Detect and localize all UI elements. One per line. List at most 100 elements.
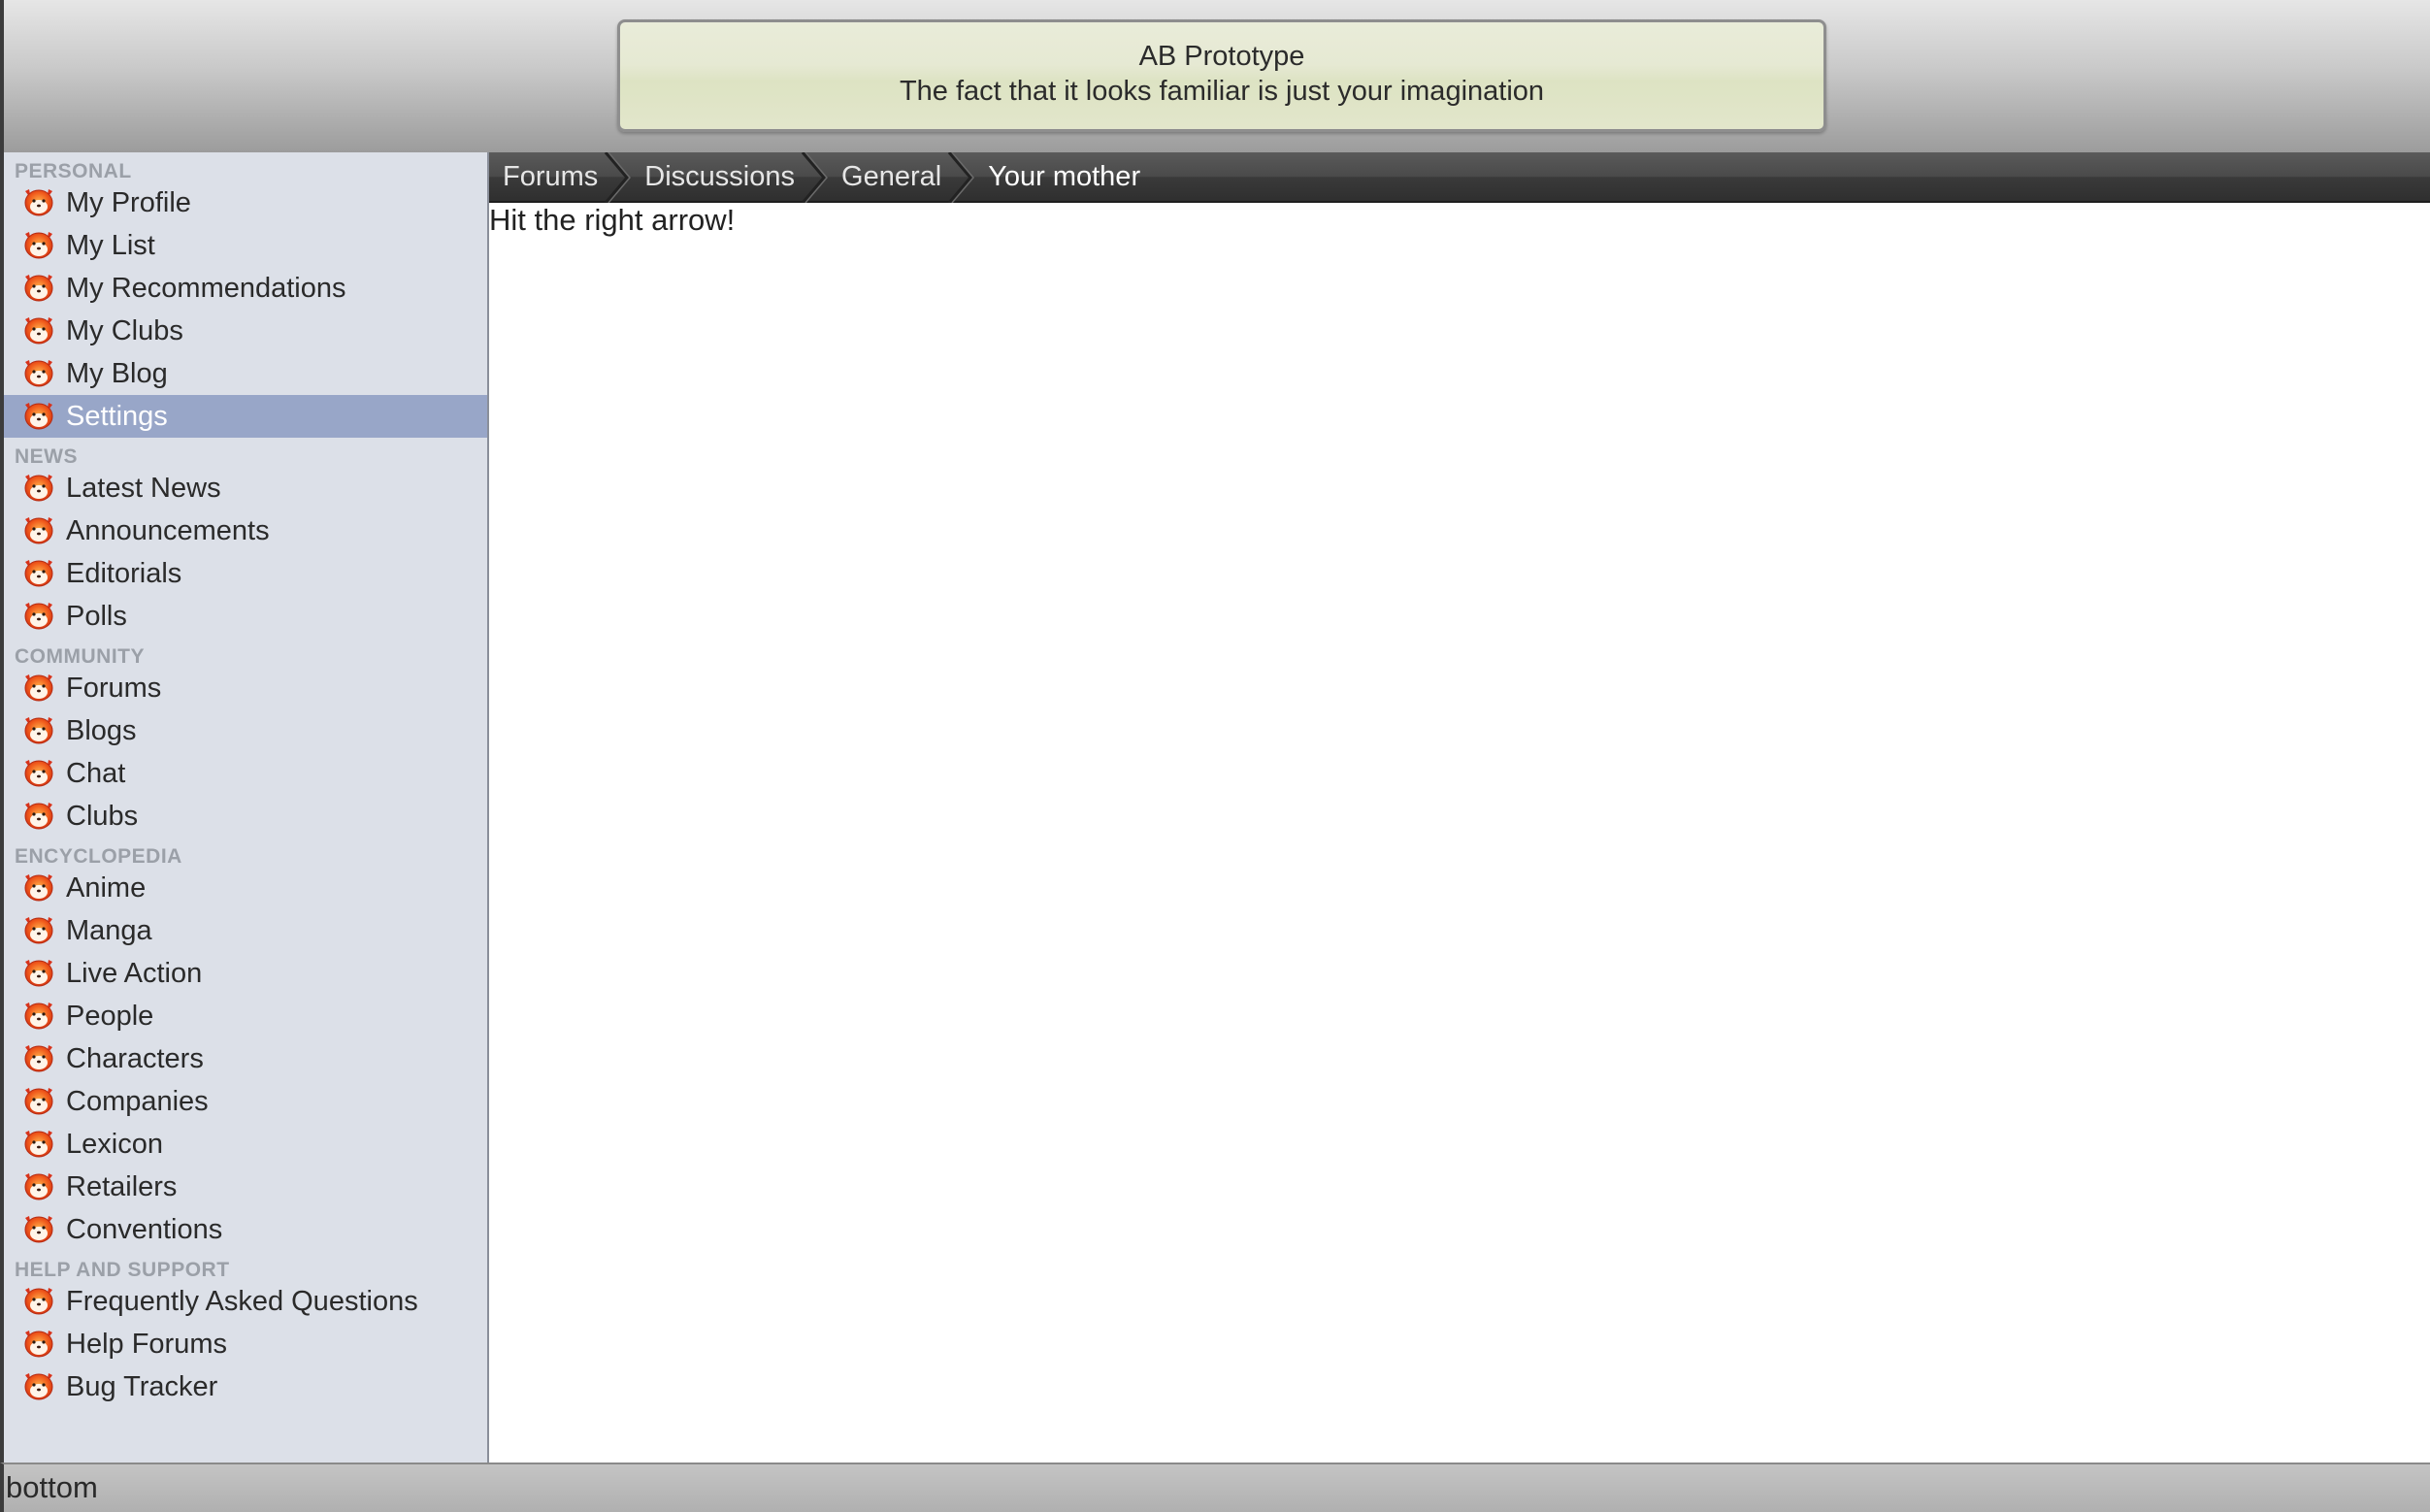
- banner-title: AB Prototype: [1138, 41, 1305, 72]
- sidebar-item-lexicon[interactable]: Lexicon: [4, 1123, 487, 1166]
- fox-icon: [21, 1084, 56, 1119]
- fox-icon: [21, 185, 56, 220]
- footer-text: bottom: [6, 1470, 98, 1504]
- sidebar-item-label: Companies: [66, 1086, 209, 1117]
- banner-subtitle: The fact that it looks familiar is just …: [899, 76, 1545, 107]
- breadcrumb-chevron-icon: [801, 151, 828, 204]
- fox-icon: [21, 956, 56, 991]
- fox-icon: [21, 1369, 56, 1404]
- fox-icon: [21, 1212, 56, 1247]
- sidebar-item-chat[interactable]: Chat: [4, 752, 487, 795]
- breadcrumb-item-general[interactable]: General: [828, 151, 975, 204]
- sidebar-item-label: Characters: [66, 1043, 204, 1074]
- sidebar-item-characters[interactable]: Characters: [4, 1037, 487, 1080]
- fox-icon: [21, 671, 56, 706]
- sidebar-item-label: My Clubs: [66, 315, 183, 346]
- sidebar-item-help-forums[interactable]: Help Forums: [4, 1323, 487, 1365]
- fox-icon: [21, 313, 56, 348]
- sidebar-item-label: Announcements: [66, 515, 270, 546]
- sidebar-item-frequently-asked-questions[interactable]: Frequently Asked Questions: [4, 1280, 487, 1323]
- sidebar-item-forums[interactable]: Forums: [4, 667, 487, 709]
- site-banner: AB Prototype The fact that it looks fami…: [617, 19, 1826, 132]
- fox-icon: [21, 356, 56, 391]
- sidebar-item-manga[interactable]: Manga: [4, 909, 487, 952]
- footer: bottom: [0, 1463, 2430, 1512]
- fox-icon: [21, 1169, 56, 1204]
- sidebar-item-label: Live Action: [66, 958, 203, 989]
- sidebar-item-live-action[interactable]: Live Action: [4, 952, 487, 995]
- breadcrumb-item-your-mother: Your mother: [974, 152, 1173, 201]
- sidebar-item-conventions[interactable]: Conventions: [4, 1208, 487, 1251]
- fox-icon: [21, 471, 56, 506]
- section-header-personal: PERSONAL: [15, 160, 132, 182]
- sidebar-item-label: My Recommendations: [66, 273, 346, 304]
- fox-icon: [21, 713, 56, 748]
- sidebar-item-my-list[interactable]: My List: [4, 224, 487, 267]
- breadcrumb-item-discussions[interactable]: Discussions: [631, 151, 828, 204]
- fox-icon: [21, 513, 56, 548]
- sidebar-item-bug-tracker[interactable]: Bug Tracker: [4, 1365, 487, 1408]
- fox-icon: [21, 228, 56, 263]
- fox-icon: [21, 556, 56, 591]
- breadcrumb-item-forums[interactable]: Forums: [489, 151, 632, 204]
- sidebar-item-label: Lexicon: [66, 1129, 163, 1160]
- sidebar-item-my-clubs[interactable]: My Clubs: [4, 310, 487, 352]
- sidebar-item-label: My Blog: [66, 358, 168, 389]
- fox-icon: [21, 871, 56, 905]
- sidebar-item-companies[interactable]: Companies: [4, 1080, 487, 1123]
- fox-icon: [21, 1127, 56, 1162]
- sidebar-item-polls[interactable]: Polls: [4, 595, 487, 638]
- sidebar-item-label: Frequently Asked Questions: [66, 1286, 418, 1317]
- sidebar-item-announcements[interactable]: Announcements: [4, 509, 487, 552]
- sidebar-item-label: Manga: [66, 915, 152, 946]
- sidebar-item-label: Retailers: [66, 1171, 178, 1202]
- fox-icon: [21, 1284, 56, 1319]
- sidebar-item-my-recommendations[interactable]: My Recommendations: [4, 267, 487, 310]
- sidebar-item-clubs[interactable]: Clubs: [4, 795, 487, 838]
- sidebar: PERSONAL My Profile My List My Recommendati…: [0, 152, 489, 1463]
- sidebar-item-label: Clubs: [66, 801, 139, 832]
- sidebar-item-editorials[interactable]: Editorials: [4, 552, 487, 595]
- sidebar-item-label: People: [66, 1001, 154, 1032]
- sidebar-item-my-profile[interactable]: My Profile: [4, 181, 487, 224]
- sidebar-item-blogs[interactable]: Blogs: [4, 709, 487, 752]
- section-header-encyclopedia: ENCYCLOPEDIA: [15, 845, 182, 868]
- sidebar-item-retailers[interactable]: Retailers: [4, 1166, 487, 1208]
- fox-icon: [21, 1327, 56, 1362]
- sidebar-item-label: Anime: [66, 872, 147, 904]
- fox-icon: [21, 399, 56, 434]
- sidebar-item-settings[interactable]: Settings: [4, 395, 487, 438]
- app-window: AB Prototype The fact that it looks fami…: [0, 0, 2430, 1512]
- sidebar-item-anime[interactable]: Anime: [4, 867, 487, 909]
- sidebar-item-people[interactable]: People: [4, 995, 487, 1037]
- fox-icon: [21, 599, 56, 634]
- sidebar-item-latest-news[interactable]: Latest News: [4, 467, 487, 509]
- fox-icon: [21, 756, 56, 791]
- section-header-news: NEWS: [15, 445, 78, 468]
- fox-icon: [21, 1041, 56, 1076]
- fox-icon: [21, 271, 56, 306]
- section-header-community: COMMUNITY: [15, 645, 145, 668]
- sidebar-item-label: My Profile: [66, 187, 191, 218]
- header: AB Prototype The fact that it looks fami…: [0, 0, 2430, 152]
- breadcrumb-chevron-icon: [947, 151, 975, 204]
- sidebar-item-label: Blogs: [66, 715, 137, 746]
- sidebar-item-label: Latest News: [66, 473, 221, 504]
- sidebar-item-label: Chat: [66, 758, 126, 789]
- sidebar-item-label: Editorials: [66, 558, 182, 589]
- main-content: Hit the right arrow!: [489, 203, 2430, 1463]
- sidebar-item-label: Conventions: [66, 1214, 223, 1245]
- fox-icon: [21, 999, 56, 1034]
- breadcrumb: Forums Discussions General Your mother: [489, 151, 2430, 204]
- sidebar-item-label: Help Forums: [66, 1329, 227, 1360]
- content-message: Hit the right arrow!: [489, 203, 736, 237]
- fox-icon: [21, 913, 56, 948]
- section-header-help-and-support: HELP AND SUPPORT: [15, 1259, 230, 1281]
- sidebar-item-my-blog[interactable]: My Blog: [4, 352, 487, 395]
- sidebar-item-label: Forums: [66, 673, 162, 704]
- sidebar-item-label: Settings: [66, 401, 168, 432]
- sidebar-item-label: My List: [66, 230, 155, 261]
- sidebar-item-label: Polls: [66, 601, 127, 632]
- sidebar-item-label: Bug Tracker: [66, 1371, 218, 1402]
- breadcrumb-label: General: [841, 160, 942, 192]
